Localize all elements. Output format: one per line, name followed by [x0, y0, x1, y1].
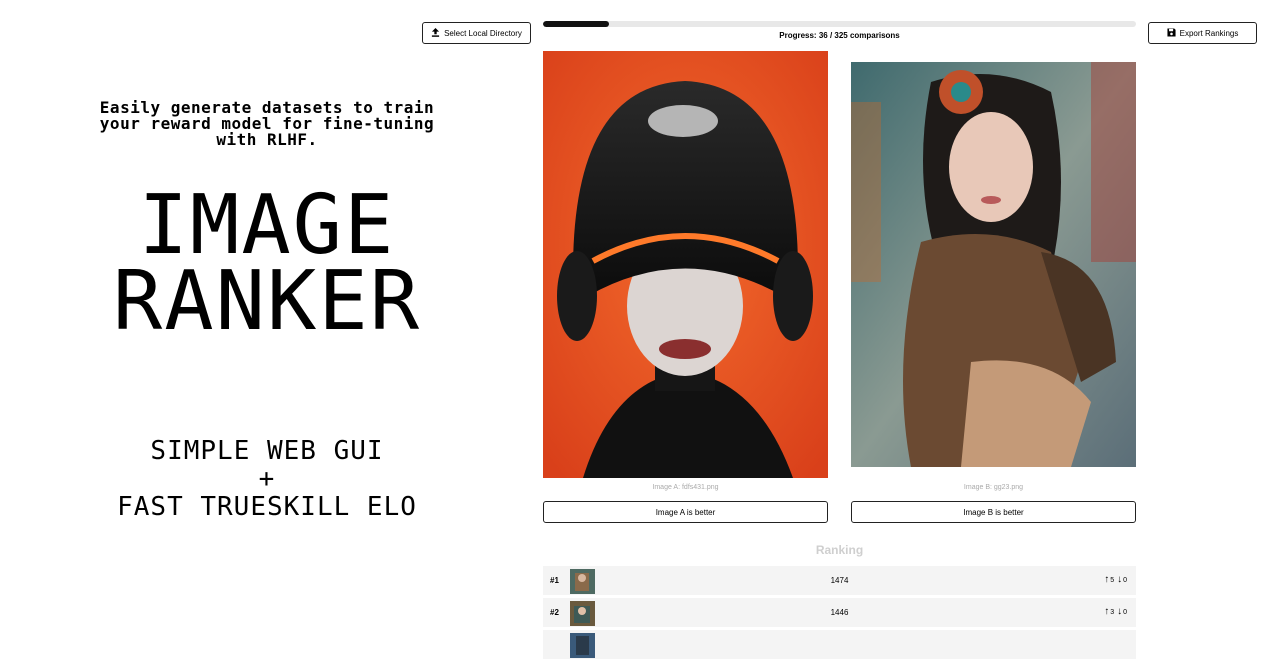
win-loss: ↑ 3 ↓ 0	[1104, 606, 1129, 617]
rank-score: 1446	[830, 608, 849, 617]
rank-thumbnail[interactable]	[570, 633, 595, 658]
save-icon	[1167, 27, 1176, 39]
win-count: 5	[1110, 577, 1115, 584]
ranking-row: #2 1446 ↑ 3 ↓ 0	[543, 598, 1136, 627]
choose-image-a-button[interactable]: Image A is better	[543, 501, 828, 523]
ranking-title: Ranking	[815, 543, 864, 557]
feature-line: SIMPLE WEB GUI	[150, 436, 384, 466]
tagline-line: with RLHF.	[216, 130, 318, 149]
ranking-row	[543, 630, 1136, 659]
win-loss: ↑ 5 ↓ 0	[1104, 574, 1129, 585]
export-rankings-button[interactable]: Export Rankings	[1148, 22, 1257, 44]
ranking-row: #1 1474 ↑ 5 ↓ 0	[543, 566, 1136, 595]
feature-list: SIMPLE WEB GUI + FAST TRUESKILL ELO	[62, 437, 472, 521]
arrow-up-icon: ↑	[1104, 606, 1110, 617]
select-directory-label: Select Local Directory	[444, 28, 522, 38]
image-a-caption: Image A: fdfs431.png	[652, 484, 719, 491]
upload-icon	[431, 27, 440, 39]
image-b[interactable]	[851, 62, 1136, 467]
win-count: 3	[1110, 609, 1115, 616]
image-a[interactable]	[543, 51, 828, 478]
feature-line: +	[258, 464, 276, 494]
arrow-down-icon: ↓	[1117, 606, 1123, 617]
loss-count: 0	[1123, 577, 1127, 584]
rank-score: 1474	[830, 576, 849, 585]
app-title-line: IMAGE	[138, 178, 396, 273]
progress-bar-fill	[543, 21, 609, 27]
app-title: IMAGE RANKER	[62, 178, 472, 349]
tagline: Easily generate datasets to train your r…	[62, 100, 472, 148]
choose-image-b-button[interactable]: Image B is better	[851, 501, 1136, 523]
arrow-down-icon: ↓	[1117, 574, 1123, 585]
select-directory-button[interactable]: Select Local Directory	[422, 22, 531, 44]
arrow-up-icon: ↑	[1104, 574, 1110, 585]
app-title-line: RANKER	[112, 254, 422, 349]
export-rankings-label: Export Rankings	[1179, 28, 1239, 38]
feature-line: FAST TRUESKILL ELO	[117, 492, 417, 522]
loss-count: 0	[1123, 609, 1127, 616]
progress-text: Progress: 36 / 325 comparisons	[779, 31, 900, 40]
progress-bar	[543, 21, 1136, 27]
ranking-list: #1 1474 ↑ 5 ↓ 0 #2 1446 ↑ 3 ↓ 0	[543, 566, 1136, 662]
image-b-caption: Image B: gg23.png	[963, 484, 1024, 491]
